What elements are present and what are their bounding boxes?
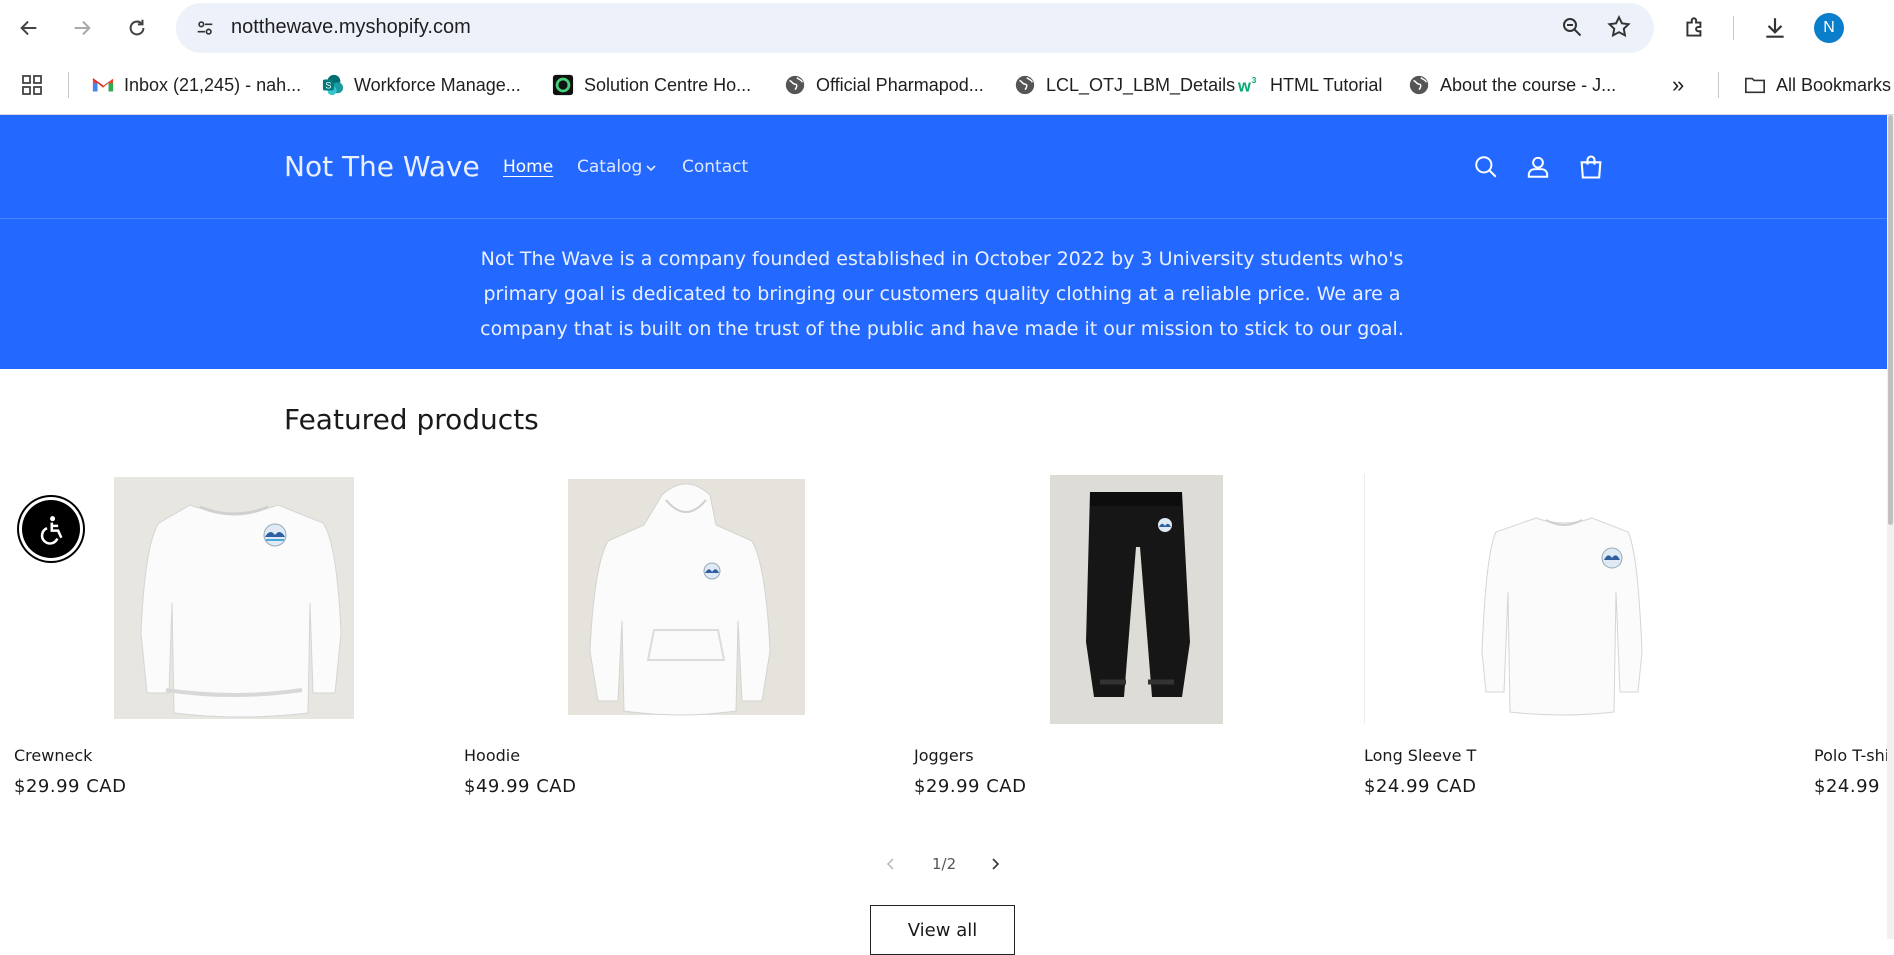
product-price: $29.99 CAD xyxy=(914,776,1027,797)
gmail-icon xyxy=(92,74,114,96)
address-bar[interactable]: notthewave.myshopify.com xyxy=(176,3,1654,53)
apps-icon[interactable] xyxy=(20,70,44,100)
bookmarks-divider xyxy=(68,72,69,98)
bookmark-item[interactable]: LCL_OTJ_LBM_Details xyxy=(1014,70,1235,100)
svg-text:S: S xyxy=(325,81,331,91)
slider-next-button[interactable] xyxy=(981,850,1009,878)
chevron-right-icon xyxy=(992,858,1000,870)
all-bookmarks-button[interactable]: All Bookmarks xyxy=(1744,70,1891,100)
svg-text:w: w xyxy=(1238,77,1251,95)
slider-counter: 1/2 xyxy=(932,855,957,873)
store-header: Not The Wave Home Catalog Contact xyxy=(0,115,1894,219)
page-scrollbar[interactable] xyxy=(1887,115,1894,939)
extensions-icon[interactable] xyxy=(1680,13,1710,43)
bookmark-label: LCL_OTJ_LBM_Details xyxy=(1046,74,1236,95)
reload-icon[interactable] xyxy=(122,13,152,43)
bookmark-item[interactable]: About the course - J... xyxy=(1408,70,1616,100)
bookmark-label: Official Pharmapod... xyxy=(816,74,984,95)
bookmark-label: HTML Tutorial xyxy=(1270,74,1383,95)
chevron-left-icon xyxy=(886,858,894,870)
product-name[interactable]: Crewneck xyxy=(14,746,92,765)
product-name[interactable]: Polo T-shir xyxy=(1814,746,1887,765)
product-image[interactable] xyxy=(450,470,890,730)
site-info-icon[interactable] xyxy=(190,13,220,43)
bookmark-item[interactable]: S Workforce Manage... xyxy=(322,70,521,100)
bookmarks-overflow-button[interactable]: » xyxy=(1672,70,1684,100)
product-name[interactable]: Hoodie xyxy=(464,746,520,765)
product-price: $49.99 CAD xyxy=(464,776,577,797)
toolbar-divider xyxy=(1733,16,1734,40)
bookmark-item[interactable]: Solution Centre Ho... xyxy=(552,70,751,100)
featured-products-title: Featured products xyxy=(284,403,539,436)
globe-icon xyxy=(784,74,806,96)
bookmark-item[interactable]: Official Pharmapod... xyxy=(784,70,984,100)
account-icon[interactable] xyxy=(1521,150,1555,184)
browser-toolbar: notthewave.myshopify.com N xyxy=(0,0,1894,56)
bookmark-label: Workforce Manage... xyxy=(354,74,521,95)
product-image[interactable] xyxy=(0,470,440,730)
profile-avatar[interactable]: N xyxy=(1814,13,1844,43)
zoom-icon[interactable] xyxy=(1560,15,1584,43)
about-text: Not The Wave is a company founded establ… xyxy=(480,248,1404,340)
bookmark-label: Solution Centre Ho... xyxy=(584,74,752,95)
store-logo[interactable]: Not The Wave xyxy=(284,150,480,183)
product-price: $24.99 C xyxy=(1814,776,1887,797)
nav-home[interactable]: Home xyxy=(503,157,553,177)
slider-prev-button[interactable] xyxy=(877,850,905,878)
product-image[interactable] xyxy=(1350,470,1790,730)
chevron-down-icon[interactable] xyxy=(645,159,657,179)
url-text[interactable]: notthewave.myshopify.com xyxy=(231,16,471,39)
bookmark-star-icon[interactable] xyxy=(1606,14,1632,44)
bookmark-label: Inbox (21,245) - nah... xyxy=(124,74,302,95)
back-icon[interactable] xyxy=(14,13,44,43)
globe-icon xyxy=(1408,74,1430,96)
bookmark-item[interactable]: w3 HTML Tutorial xyxy=(1238,70,1382,100)
sharepoint-icon: S xyxy=(322,74,344,96)
cart-icon[interactable] xyxy=(1574,150,1608,184)
search-icon[interactable] xyxy=(1469,150,1503,184)
product-price: $24.99 CAD xyxy=(1364,776,1477,797)
globe-icon xyxy=(1014,74,1036,96)
all-bookmarks-label: All Bookmarks xyxy=(1776,74,1892,95)
scrollbar-thumb[interactable] xyxy=(1888,115,1893,525)
bookmarks-divider xyxy=(1718,72,1719,98)
folder-icon xyxy=(1744,74,1766,96)
about-banner: Not The Wave is a company founded establ… xyxy=(0,219,1894,369)
view-all-button[interactable]: View all xyxy=(870,905,1015,955)
svg-text:3: 3 xyxy=(1252,76,1257,85)
product-price: $29.99 CAD xyxy=(14,776,127,797)
nav-catalog[interactable]: Catalog xyxy=(577,157,642,177)
solution-centre-icon xyxy=(552,74,574,96)
product-image[interactable] xyxy=(900,470,1340,730)
product-name[interactable]: Joggers xyxy=(914,746,974,765)
w3schools-icon: w3 xyxy=(1238,74,1260,96)
downloads-icon[interactable] xyxy=(1760,13,1790,43)
product-name[interactable]: Long Sleeve T xyxy=(1364,746,1476,765)
product-card[interactable]: Polo T-shir $24.99 C xyxy=(1800,470,1887,810)
forward-icon[interactable] xyxy=(67,13,97,43)
bookmark-item[interactable]: Inbox (21,245) - nah... xyxy=(92,70,301,100)
nav-contact[interactable]: Contact xyxy=(682,157,748,177)
bookmarks-bar: Inbox (21,245) - nah... S Workforce Mana… xyxy=(0,56,1894,115)
bookmark-label: About the course - J... xyxy=(1440,74,1617,95)
